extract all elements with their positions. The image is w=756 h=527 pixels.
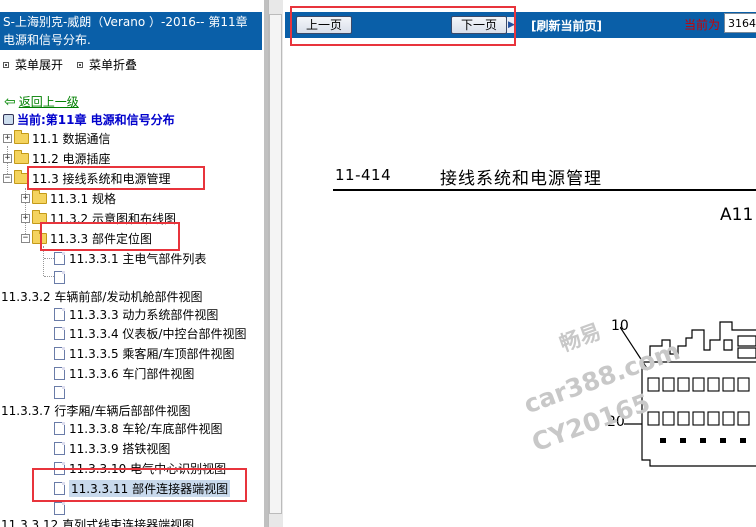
- document-icon: [54, 385, 65, 399]
- tree-item-label: 11.3.3.3 动力系统部件视图: [69, 307, 219, 322]
- tree-item[interactable]: 11.3.3.2 车辆前部/发动机舱部件视图: [1, 287, 202, 305]
- tree-item-label: 11.2 电源插座: [32, 151, 111, 166]
- tree-item-label: 11.3.3.7 行李厢/车辆后部部件视图: [1, 403, 191, 418]
- tree-item-label: 11.3.3.12 直列式线束连接器端视图: [1, 517, 195, 527]
- current-location-label: 当前:第11章 电源和信号分布: [17, 113, 175, 127]
- collapse-all-button[interactable]: 菜单折叠: [77, 56, 137, 73]
- tree-item-label: 11.3.1 规格: [50, 191, 116, 206]
- tree-item-label: 11.3.3.9 搭铁视图: [69, 441, 171, 456]
- annotation-box: [290, 6, 516, 46]
- tree-item-label: 11.3.3.4 仪表板/中控台部件视图: [69, 326, 247, 341]
- current-location: 当前:第11章 电源和信号分布: [3, 111, 175, 128]
- back-link-row[interactable]: ⇦ 返回上一级: [4, 93, 79, 110]
- tree-item[interactable]: 11.3.3.5 乘客厢/车顶部件视图: [54, 344, 234, 362]
- expand-all-button[interactable]: 菜单展开: [3, 56, 63, 73]
- tree-item[interactable]: 11.3.3.9 搭铁视图: [54, 439, 170, 457]
- tree-item-label: 11.1 数据通信: [32, 131, 111, 146]
- collapse-icon[interactable]: −: [3, 173, 12, 183]
- tree-item[interactable]: [54, 383, 69, 401]
- current-page-label: 当前为: [684, 18, 721, 32]
- tree-item[interactable]: 11.3.3.8 车轮/车底部件视图: [54, 419, 222, 437]
- corner-code: A11: [720, 205, 754, 225]
- tree-item[interactable]: [54, 268, 69, 286]
- tree-item[interactable]: 11.3.3.6 车门部件视图: [54, 364, 194, 382]
- expand-all-label: 菜单展开: [15, 58, 64, 72]
- page-title: 接线系统和电源管理: [440, 169, 602, 189]
- back-link[interactable]: 返回上一级: [19, 93, 79, 110]
- document-icon: [54, 307, 65, 321]
- document-icon: [54, 421, 65, 435]
- document-icon: [54, 326, 65, 340]
- tree-item-label: 11.3.3.8 车轮/车底部件视图: [69, 421, 223, 436]
- tree-item[interactable]: 11.3.3.7 行李厢/车辆后部部件视图: [1, 401, 190, 419]
- document-icon: [54, 346, 65, 360]
- folder-icon: [14, 129, 29, 144]
- connector-feet: [660, 438, 746, 443]
- annotation-box: [32, 468, 247, 502]
- square-bullet-icon: [3, 61, 9, 68]
- expand-icon[interactable]: +: [21, 193, 30, 203]
- tree-item[interactable]: + 11.2 电源插座: [3, 149, 111, 167]
- tree-item[interactable]: + 11.1 数据通信: [3, 129, 111, 147]
- document-icon: [54, 501, 65, 515]
- expand-icon[interactable]: +: [3, 133, 12, 143]
- computer-icon: [3, 114, 14, 125]
- document-icon: [54, 441, 65, 455]
- tree-item-label: 11.3.3.1 主电气部件列表: [69, 251, 207, 266]
- collapse-icon[interactable]: −: [21, 233, 30, 243]
- tree-panel: S-上海别克-威朗（Verano ）-2016-- 第11章 电源和信号分布. …: [0, 0, 264, 527]
- tree-item[interactable]: 11.3.3.1 主电气部件列表: [54, 249, 206, 267]
- page-number: 11-414: [335, 166, 392, 184]
- annotation-box: [27, 166, 205, 190]
- panel-title: S-上海别克-威朗（Verano ）-2016-- 第11章 电源和信号分布.: [0, 12, 262, 50]
- collapse-all-label: 菜单折叠: [89, 58, 138, 72]
- tree-item-label: 11.3.3.5 乘客厢/车顶部件视图: [69, 346, 235, 361]
- pin-row-2: [647, 411, 750, 426]
- tree-item[interactable]: + 11.3.1 规格: [21, 189, 116, 207]
- pin-row-1: [647, 377, 750, 392]
- folder-icon: [32, 189, 47, 204]
- callout-label: 10: [611, 318, 629, 334]
- document-icon: [54, 366, 65, 380]
- tree-item-label: 11.3.3.6 车门部件视图: [69, 366, 195, 381]
- header-rule: [333, 189, 756, 191]
- annotation-box: [40, 222, 180, 251]
- tree-item[interactable]: 11.3.3.4 仪表板/中控台部件视图: [54, 324, 246, 342]
- tree-item[interactable]: 11.3.3.3 动力系统部件视图: [54, 305, 218, 323]
- refresh-link[interactable]: [刷新当前页]: [531, 17, 602, 34]
- expand-icon[interactable]: +: [3, 153, 12, 163]
- current-page-input[interactable]: [724, 13, 756, 33]
- document-icon: [54, 251, 65, 265]
- arrow-left-icon: ⇦: [4, 93, 16, 110]
- tree-item-label: 11.3.3.2 车辆前部/发动机舱部件视图: [1, 289, 203, 304]
- scrollbar-thumb[interactable]: [269, 14, 282, 514]
- tree-item[interactable]: 11.3.3.12 直列式线束连接器端视图: [1, 515, 194, 527]
- folder-icon: [14, 149, 29, 164]
- square-bullet-icon: [77, 61, 83, 68]
- document-icon: [54, 270, 65, 284]
- expand-icon[interactable]: +: [21, 213, 30, 223]
